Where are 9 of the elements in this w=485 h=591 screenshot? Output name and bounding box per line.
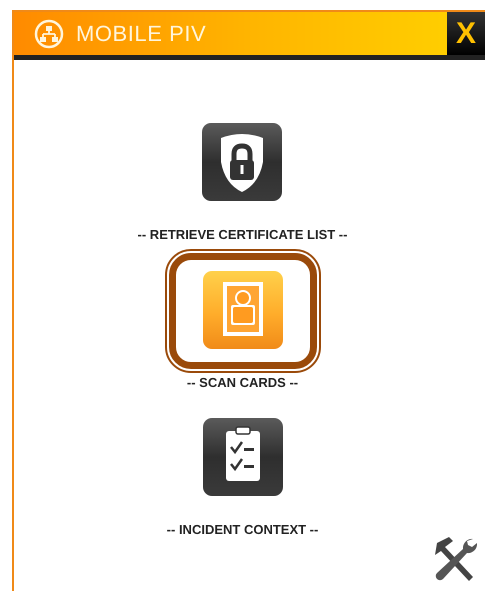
close-button[interactable]: X (447, 12, 485, 55)
window-title: MOBILE PIV (76, 20, 206, 48)
clipboard-checklist-icon (202, 417, 284, 499)
menu-label: -- SCAN CARDS -- (186, 374, 298, 392)
menu-label: -- RETRIEVE CERTIFICATE LIST -- (138, 226, 348, 244)
menu-label: -- INCIDENT CONTEXT -- (166, 521, 318, 539)
shield-lock-icon (201, 122, 284, 204)
network-icon (34, 18, 64, 48)
id-card-icon (202, 270, 284, 352)
